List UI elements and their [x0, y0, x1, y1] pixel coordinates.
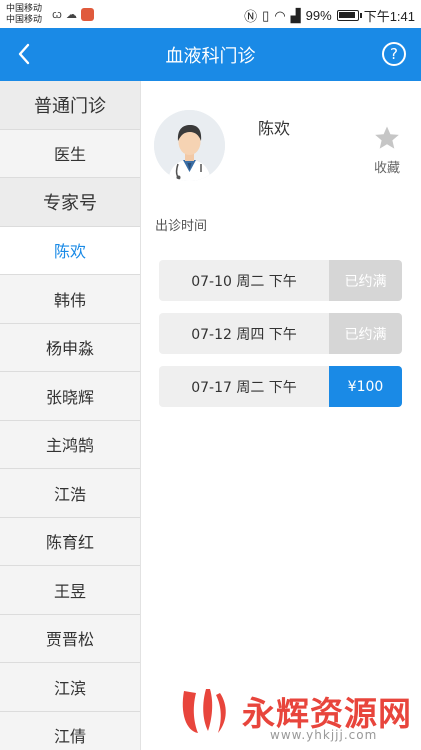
doctor-name: 陈欢 — [258, 119, 291, 138]
watermark-logo-icon — [182, 689, 226, 733]
sidebar-item[interactable]: 贾晋松 — [0, 615, 140, 663]
sidebar-item[interactable]: 张晓辉 — [0, 372, 140, 421]
sidebar-item[interactable]: 主鸿鹄 — [0, 421, 140, 469]
sidebar-item[interactable]: 医生 — [0, 130, 140, 178]
schedule-slot: 07-12 周四 下午 已约满 — [159, 313, 402, 354]
title-bar: 血液科门诊 ? — [0, 28, 421, 81]
cloud-icon: ☁ — [65, 9, 77, 21]
help-button[interactable]: ? — [382, 42, 406, 66]
status-time: 下午1:41 — [363, 9, 415, 24]
schedule-slot: 07-10 周二 下午 已约满 — [159, 260, 402, 301]
sidebar-item[interactable]: 江浩 — [0, 469, 140, 518]
signal-icon: ▟ — [290, 7, 301, 23]
doctor-detail: 陈欢 收藏 出诊时间 07-10 周二 下午 已约满 07-12 周四 下午 已约满 0… — [141, 81, 421, 750]
book-slot-button[interactable]: ¥100 — [329, 366, 402, 407]
page-title: 血液科门诊 — [165, 46, 256, 67]
slot-full-badge: 已约满 — [329, 260, 402, 301]
app-notification-icon — [80, 8, 94, 21]
slot-time: 07-12 周四 下午 — [159, 313, 329, 354]
back-button[interactable] — [12, 40, 40, 68]
sync-icon: ꞷ — [52, 9, 62, 21]
carrier-line-1: 中国移动 — [6, 3, 43, 13]
battery-icon — [336, 10, 362, 21]
vibrate-icon: ▯ — [262, 7, 270, 23]
sidebar-item[interactable]: 江滨 — [0, 663, 140, 712]
slot-time: 07-17 周二 下午 — [159, 366, 329, 407]
question-icon: ? — [390, 45, 398, 63]
schedule-section-label: 出诊时间 — [155, 219, 208, 234]
sidebar-item[interactable]: 江倩 — [0, 712, 140, 750]
sidebar-item[interactable]: 陈欢 — [0, 226, 140, 275]
sidebar-section-header[interactable]: 专家号 — [0, 178, 140, 227]
wifi-icon: ◠ — [274, 7, 286, 23]
sidebar-item[interactable]: 韩伟 — [0, 275, 140, 324]
nfc-icon: Ⓝ — [244, 9, 258, 24]
chevron-left-icon — [18, 43, 30, 65]
slot-time: 07-10 周二 下午 — [159, 260, 329, 301]
status-left-icons: ꞷ ☁ — [52, 7, 94, 22]
department-sidebar: 普通门诊 医生 专家号 陈欢 韩伟 杨申淼 张晓辉 主鸿鹄 江浩 陈育红 王昱 贾晋松 江滨 江倩 — [0, 81, 141, 750]
status-bar: 中国移动 中国移动 ꞷ ☁ Ⓝ ▯ ◠ ▟ 99% 下午1:41 — [0, 0, 421, 28]
favorite-label: 收藏 — [373, 161, 400, 176]
doctor-avatar — [154, 110, 225, 181]
carrier-info: 中国移动 中国移动 — [6, 3, 42, 25]
carrier-line-2: 中国移动 — [6, 14, 43, 24]
status-right: Ⓝ ▯ ◠ ▟ 99% 下午1:41 — [244, 6, 415, 25]
doctor-avatar-icon — [154, 110, 225, 181]
sidebar-item[interactable]: 陈育红 — [0, 518, 140, 566]
watermark-url: www.yhkjjj.com — [270, 728, 378, 742]
schedule-slots: 07-10 周二 下午 已约满 07-12 周四 下午 已约满 07-17 周二 下午 ¥… — [159, 260, 402, 419]
sidebar-section-header[interactable]: 普通门诊 — [0, 81, 140, 130]
battery-percent: 99% — [305, 8, 332, 23]
favorite-button[interactable]: 收藏 — [372, 125, 402, 176]
slot-full-badge: 已约满 — [329, 313, 402, 354]
sidebar-item[interactable]: 王昱 — [0, 566, 140, 615]
schedule-slot[interactable]: 07-17 周二 下午 ¥100 — [159, 366, 402, 407]
sidebar-item[interactable]: 杨申淼 — [0, 324, 140, 372]
star-icon — [375, 126, 399, 149]
